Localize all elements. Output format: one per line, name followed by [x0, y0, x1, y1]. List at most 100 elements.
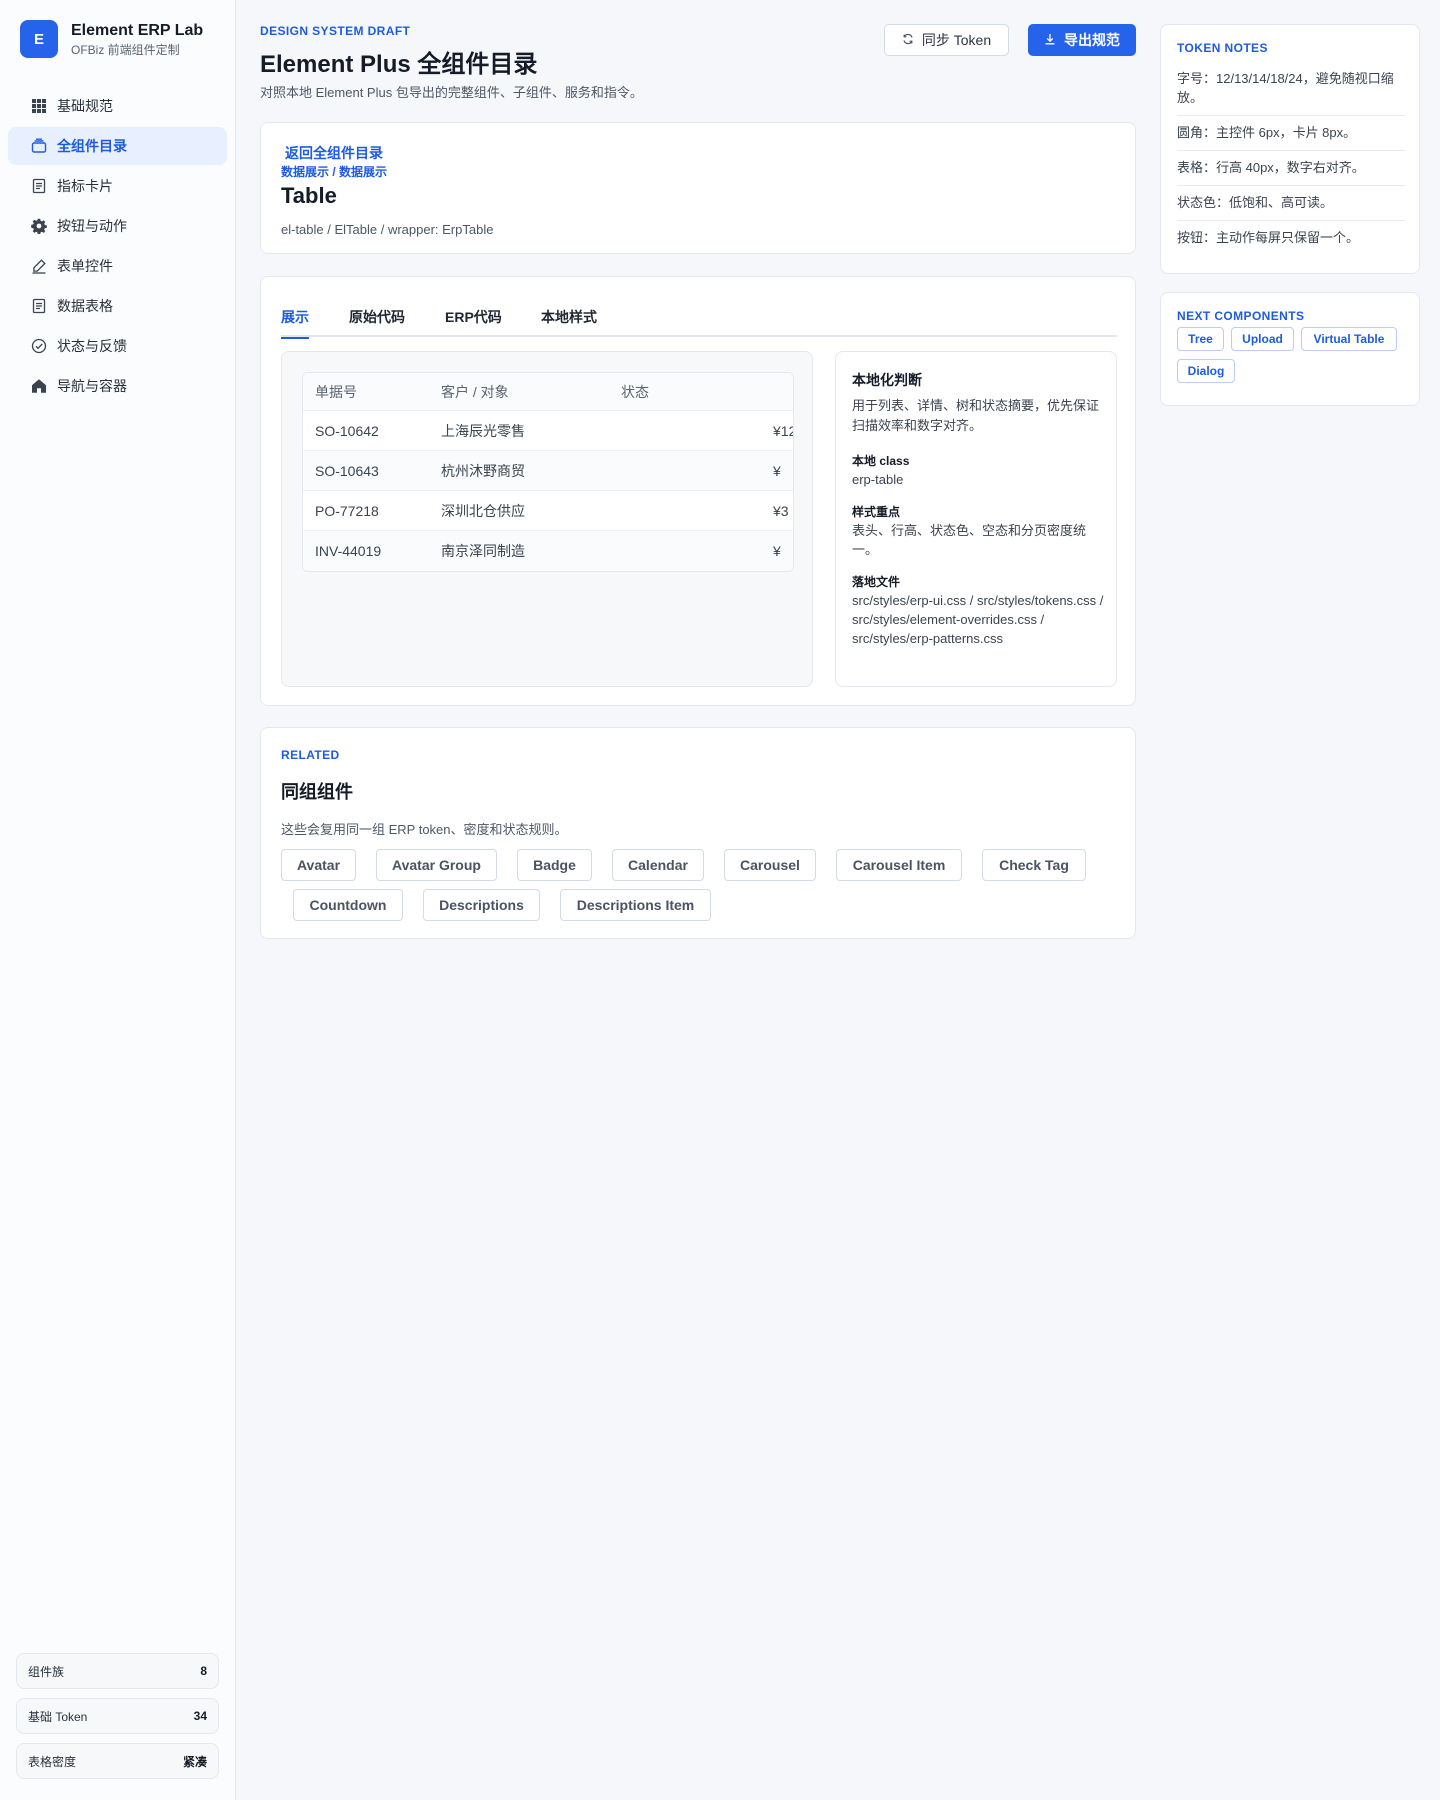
table-row[interactable]: PO-77218 深圳北仓供应 ¥3: [303, 491, 793, 531]
divider: [1177, 220, 1405, 221]
sidebar-item-buttons[interactable]: 按钮与动作: [8, 207, 227, 245]
page-eyebrow: DESIGN SYSTEM DRAFT: [260, 24, 411, 38]
gear-icon: [31, 218, 47, 234]
page-description: 对照本地 Element Plus 包导出的完整组件、子组件、服务和指令。: [260, 85, 643, 100]
brand-subtitle: OFBiz 前端组件定制: [71, 42, 180, 57]
divider: [1177, 185, 1405, 186]
cell-order-no: PO-77218: [315, 502, 379, 519]
component-aliases: el-table / ElTable / wrapper: ErpTable: [281, 222, 494, 237]
sidebar-item-label: 全组件目录: [57, 138, 127, 154]
next-components-card: NEXT COMPONENTS Tree Upload Virtual Tabl…: [1160, 292, 1420, 406]
token-note: 圆角：主控件 6px，卡片 8px。: [1177, 125, 1357, 140]
tab-local-style[interactable]: 本地样式: [541, 307, 597, 337]
token-notes-eyebrow: TOKEN NOTES: [1177, 41, 1268, 55]
brand-name: Element ERP Lab: [71, 21, 204, 39]
grid-icon: [31, 98, 47, 114]
related-chip-carousel-item[interactable]: Carousel Item: [836, 849, 962, 881]
layers-icon: [31, 138, 47, 154]
sync-token-label: 同步 Token: [921, 32, 992, 48]
table-row[interactable]: SO-10643 杭州沐野商贸 ¥: [303, 451, 793, 491]
related-title: 同组组件: [281, 782, 353, 802]
localization-description: 用于列表、详情、树和状态摘要，优先保证扫描效率和数字对齐。: [852, 398, 1100, 433]
brand[interactable]: E Element ERP Lab OFBiz 前端组件定制: [20, 20, 203, 58]
local-class-label: 本地 class: [852, 454, 910, 468]
related-chip-carousel[interactable]: Carousel: [724, 849, 816, 881]
cell-customer: 深圳北仓供应: [441, 502, 525, 519]
tab-preview[interactable]: 展示: [281, 307, 309, 339]
token-note: 按钮：主动作每屏只保留一个。: [1177, 230, 1360, 245]
refresh-icon: [902, 32, 914, 48]
related-chip-check-tag[interactable]: Check Tag: [982, 849, 1086, 881]
related-components-card: RELATED 同组组件 这些会复用同一组 ERP token、密度和状态规则。…: [260, 727, 1136, 939]
sidebar-item-navigation[interactable]: 导航与容器: [8, 367, 227, 405]
stat-component-families: 组件族 8: [16, 1653, 219, 1689]
table-row[interactable]: INV-44019 南京泽同制造 ¥: [303, 531, 793, 571]
sidebar-item-basics[interactable]: 基础规范: [8, 87, 227, 125]
document-icon: [31, 178, 47, 194]
related-chip-calendar[interactable]: Calendar: [612, 849, 704, 881]
stat-table-density: 表格密度 紧凑: [16, 1743, 219, 1779]
next-chip-dialog[interactable]: Dialog: [1177, 359, 1235, 383]
sidebar-item-label: 表单控件: [57, 258, 113, 274]
tab-bar: 展示 原始代码 ERP代码 本地样式: [281, 307, 1117, 339]
token-note: 字号：12/13/14/18/24，避免随视口缩放。: [1177, 71, 1394, 105]
sync-token-button[interactable]: 同步 Token: [884, 24, 1009, 56]
sidebar-item-catalog[interactable]: 全组件目录: [8, 127, 227, 165]
next-chip-virtual-table[interactable]: Virtual Table: [1301, 327, 1397, 351]
table-row[interactable]: SO-10642 上海辰光零售 ¥12: [303, 411, 793, 451]
tab-original-code[interactable]: 原始代码: [349, 307, 405, 337]
sidebar-item-label: 数据表格: [57, 298, 113, 314]
related-chip-descriptions[interactable]: Descriptions: [423, 889, 540, 921]
sidebar: E Element ERP Lab OFBiz 前端组件定制 基础规范 全组件目…: [0, 0, 236, 1800]
token-note: 状态色：低饱和、高可读。: [1177, 195, 1334, 210]
back-to-catalog-link[interactable]: 返回全组件目录: [285, 143, 383, 163]
component-title: Table: [281, 183, 337, 208]
document-icon: [31, 298, 47, 314]
next-components-eyebrow: NEXT COMPONENTS: [1177, 309, 1305, 323]
sidebar-item-label: 状态与反馈: [57, 338, 127, 354]
target-files-value: src/styles/erp-ui.css / src/styles/token…: [852, 593, 1104, 646]
cell-order-no: SO-10642: [315, 422, 379, 439]
home-icon: [31, 378, 47, 394]
related-chip-avatar-group[interactable]: Avatar Group: [376, 849, 497, 881]
sidebar-item-label: 导航与容器: [57, 378, 127, 394]
next-chip-upload[interactable]: Upload: [1231, 327, 1294, 351]
column-header-customer: 客户 / 对象: [441, 383, 509, 400]
component-demo-card: 展示 原始代码 ERP代码 本地样式 单据号 客户 / 对象 状态 SO-106…: [260, 276, 1136, 706]
next-chip-tree[interactable]: Tree: [1177, 327, 1224, 351]
sidebar-item-label: 基础规范: [57, 98, 113, 114]
breadcrumb: 数据展示 / 数据展示: [281, 165, 388, 179]
cell-order-no: INV-44019: [315, 543, 382, 559]
cell-order-no: SO-10643: [315, 462, 379, 479]
sidebar-item-label: 按钮与动作: [57, 218, 127, 234]
related-chip-badge[interactable]: Badge: [517, 849, 592, 881]
cell-amount: ¥12: [773, 422, 793, 439]
column-header-status: 状态: [621, 383, 649, 400]
related-chip-avatar[interactable]: Avatar: [281, 849, 356, 881]
style-focus-value: 表头、行高、状态色、空态和分页密度统一。: [852, 523, 1087, 557]
sidebar-nav: 基础规范 全组件目录 指标卡片 按钮与动作 表单控件 数据表格 状态与反馈 导航…: [8, 87, 227, 407]
cell-amount: ¥3: [773, 502, 789, 519]
sidebar-item-data-table[interactable]: 数据表格: [8, 287, 227, 325]
related-eyebrow: RELATED: [281, 748, 340, 762]
cell-customer: 杭州沐野商贸: [441, 462, 525, 479]
token-note: 表格：行高 40px，数字右对齐。: [1177, 160, 1365, 175]
stat-value: 紧凑: [182, 1754, 207, 1769]
export-spec-button[interactable]: 导出规范: [1028, 24, 1136, 56]
related-chip-descriptions-item[interactable]: Descriptions Item: [560, 889, 711, 921]
stat-label: 基础 Token: [28, 1709, 88, 1724]
related-description: 这些会复用同一组 ERP token、密度和状态规则。: [281, 822, 568, 837]
stat-base-tokens: 基础 Token 34: [16, 1698, 219, 1734]
token-notes-card: TOKEN NOTES 字号：12/13/14/18/24，避免随视口缩放。 圆…: [1160, 24, 1420, 274]
tab-erp-code[interactable]: ERP代码: [445, 307, 502, 337]
local-class-value: erp-table: [852, 472, 904, 487]
related-chip-countdown[interactable]: Countdown: [293, 889, 403, 921]
localization-title: 本地化判断: [852, 372, 922, 388]
stat-value: 34: [193, 1709, 207, 1723]
sidebar-item-status-feedback[interactable]: 状态与反馈: [8, 327, 227, 365]
sidebar-item-form-controls[interactable]: 表单控件: [8, 247, 227, 285]
sidebar-item-metric-cards[interactable]: 指标卡片: [8, 167, 227, 205]
style-focus-label: 样式重点: [852, 505, 901, 519]
preview-panel: 单据号 客户 / 对象 状态 SO-10642 上海辰光零售 ¥12 SO-10…: [281, 351, 813, 687]
brand-logo: E: [20, 20, 58, 58]
